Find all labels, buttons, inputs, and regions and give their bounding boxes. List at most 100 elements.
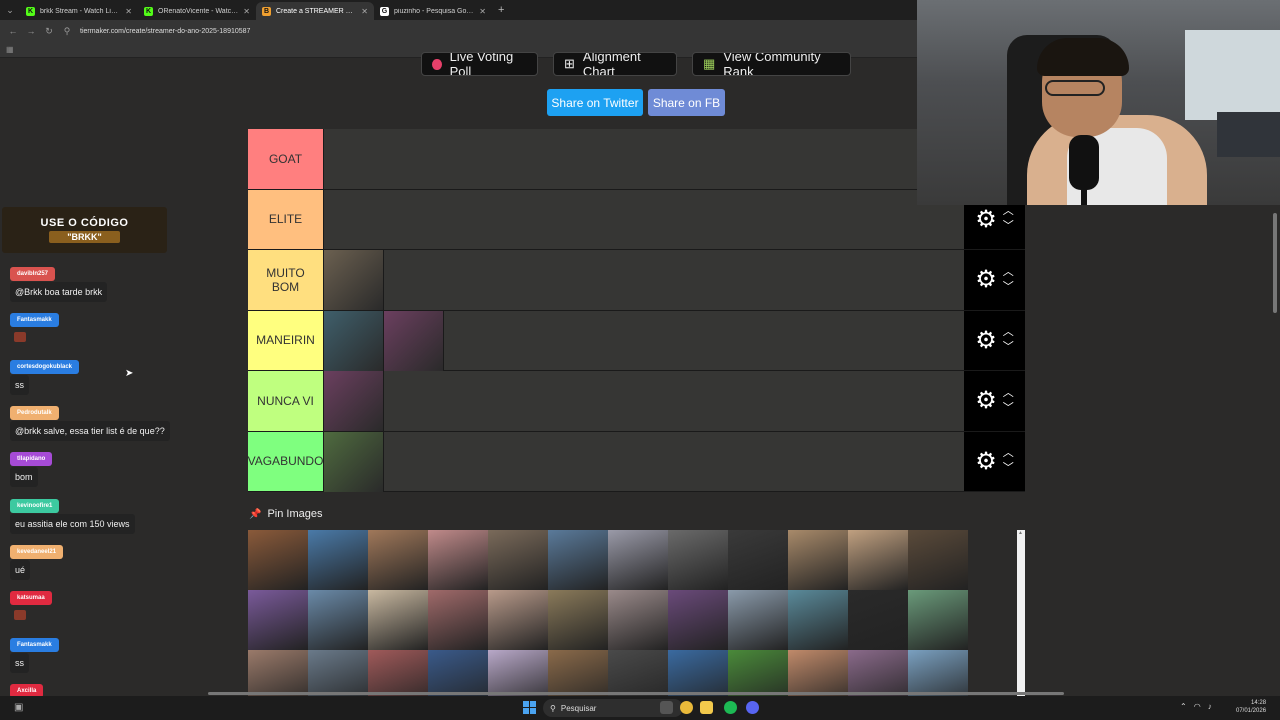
move-down-icon[interactable]: ﹀: [1003, 463, 1014, 474]
tier-label[interactable]: MUITO BOM: [248, 250, 323, 310]
tier-drop-zone[interactable]: [323, 189, 964, 249]
chat-username[interactable]: tllapidano: [10, 452, 53, 466]
gear-icon[interactable]: ⚙: [975, 447, 997, 476]
tier-drop-zone[interactable]: [323, 129, 964, 189]
tier-drop-zone[interactable]: [323, 371, 964, 431]
chrome-icon[interactable]: [680, 701, 693, 714]
pool-image[interactable]: [848, 530, 908, 590]
pool-image[interactable]: [548, 530, 608, 590]
speaker-icon[interactable]: ♪: [1208, 702, 1212, 711]
url-field[interactable]: tiermaker.com/create/streamer-do-ano-202…: [80, 28, 250, 35]
tab-close-icon[interactable]: ✕: [361, 7, 368, 16]
tier-item-image[interactable]: [324, 371, 384, 431]
live-voting-poll-button[interactable]: Live Voting Poll: [421, 52, 538, 76]
pool-image[interactable]: [248, 590, 308, 650]
browser-tab[interactable]: K ORenatoVicente - Watch the Vi ✕: [138, 2, 256, 20]
pool-image[interactable]: [728, 650, 788, 696]
pool-image[interactable]: [668, 650, 728, 696]
pool-image[interactable]: [368, 650, 428, 696]
tab-list-icon[interactable]: ⌄: [0, 0, 20, 20]
pool-image[interactable]: [788, 590, 848, 650]
pool-image[interactable]: [488, 650, 548, 696]
windows-start-icon[interactable]: [523, 701, 536, 714]
wifi-icon[interactable]: ◠: [1194, 702, 1201, 711]
pool-image[interactable]: [668, 530, 728, 590]
site-info-icon[interactable]: ⚲: [62, 26, 72, 37]
pool-image[interactable]: [848, 650, 908, 696]
tier-label[interactable]: GOAT: [248, 129, 323, 189]
pool-scrollbar[interactable]: [1017, 530, 1025, 696]
back-icon[interactable]: ←: [8, 26, 18, 36]
share-twitter-button[interactable]: Share on Twitter: [547, 89, 643, 116]
page-scrollbar[interactable]: [1272, 205, 1278, 695]
browser-tab[interactable]: G piuzinho - Pesquisa Google ✕: [374, 2, 492, 20]
spotify-icon[interactable]: [724, 701, 737, 714]
pin-images-toggle[interactable]: 📌 Pin Images: [249, 508, 322, 520]
pool-image[interactable]: [908, 650, 968, 696]
pool-image[interactable]: [248, 650, 308, 696]
pool-image[interactable]: [488, 590, 548, 650]
chat-username[interactable]: Fantasmakk: [10, 638, 59, 652]
chevron-up-icon[interactable]: ⌃: [1180, 702, 1187, 711]
pool-image[interactable]: [608, 650, 668, 696]
chat-username[interactable]: Fantasmakk: [10, 313, 59, 327]
chat-username[interactable]: katsumaa: [10, 591, 52, 605]
chat-username[interactable]: davibln257: [10, 267, 56, 281]
tier-label[interactable]: ELITE: [248, 189, 323, 249]
pool-image[interactable]: [908, 590, 968, 650]
tier-drop-zone[interactable]: [323, 250, 964, 310]
move-down-icon[interactable]: ﹀: [1003, 402, 1014, 414]
move-down-icon[interactable]: ﹀: [1003, 342, 1014, 353]
pool-image[interactable]: [908, 530, 968, 590]
gear-icon[interactable]: ⚙: [975, 326, 997, 355]
tier-label[interactable]: NUNCA VI: [248, 371, 323, 431]
browser-tab[interactable]: B Create a STREAMER DO ANO ( ✕: [256, 2, 374, 20]
pool-image[interactable]: [248, 530, 308, 590]
pool-image[interactable]: [428, 650, 488, 696]
pool-image[interactable]: [728, 590, 788, 650]
pool-image[interactable]: [788, 650, 848, 696]
tier-label[interactable]: MANEIRIN: [248, 310, 323, 370]
tier-item-image[interactable]: [324, 250, 384, 310]
tier-item-image[interactable]: [384, 310, 444, 371]
move-up-icon[interactable]: ︿: [1003, 266, 1014, 278]
gear-icon[interactable]: ⚙: [975, 205, 997, 234]
discord-icon[interactable]: [746, 701, 759, 714]
move-down-icon[interactable]: ﹀: [1003, 281, 1014, 293]
move-down-icon[interactable]: ﹀: [1003, 221, 1014, 232]
pool-image[interactable]: [308, 650, 368, 696]
pool-image[interactable]: [668, 590, 728, 650]
pool-image[interactable]: [728, 530, 788, 590]
pool-image[interactable]: [608, 530, 668, 590]
alignment-chart-button[interactable]: ⊞ Alignment Chart: [553, 52, 677, 76]
pool-image[interactable]: [608, 590, 668, 650]
move-up-icon[interactable]: ︿: [1003, 448, 1014, 459]
widgets-icon[interactable]: ▣: [14, 702, 23, 713]
apps-grid-icon[interactable]: ▦: [6, 45, 14, 54]
horizontal-scrollbar[interactable]: [208, 692, 1064, 695]
gear-icon[interactable]: ⚙: [975, 386, 997, 415]
tier-item-image[interactable]: [324, 431, 384, 492]
chat-username[interactable]: Pedrodutalk: [10, 406, 59, 420]
tier-drop-zone[interactable]: [323, 310, 964, 371]
move-up-icon[interactable]: ︿: [1003, 327, 1014, 338]
chat-username[interactable]: cortesdogokublack: [10, 360, 80, 374]
tab-close-icon[interactable]: ✕: [243, 7, 250, 16]
chat-username[interactable]: kevedaneel21: [10, 545, 64, 559]
share-fb-button[interactable]: Share on FB: [648, 89, 725, 116]
file-explorer-icon[interactable]: [700, 701, 713, 714]
tab-close-icon[interactable]: ✕: [125, 7, 132, 16]
pool-image[interactable]: [368, 590, 428, 650]
task-view-icon[interactable]: [660, 701, 673, 714]
tab-close-icon[interactable]: ✕: [479, 7, 486, 16]
pool-image[interactable]: [368, 530, 428, 590]
tier-label[interactable]: VAGABUNDO: [248, 431, 323, 491]
chat-username[interactable]: kevinoofire1: [10, 499, 60, 513]
pool-image[interactable]: [308, 590, 368, 650]
browser-tab[interactable]: K brkk Stream - Watch Live on Ki ✕: [20, 2, 138, 20]
move-up-icon[interactable]: ︿: [1003, 387, 1014, 399]
taskbar-clock[interactable]: 14:28 07/01/2026: [1236, 699, 1266, 715]
pool-image[interactable]: [848, 590, 908, 650]
community-rank-button[interactable]: ▦ View Community Rank: [692, 52, 851, 76]
pool-image[interactable]: [788, 530, 848, 590]
